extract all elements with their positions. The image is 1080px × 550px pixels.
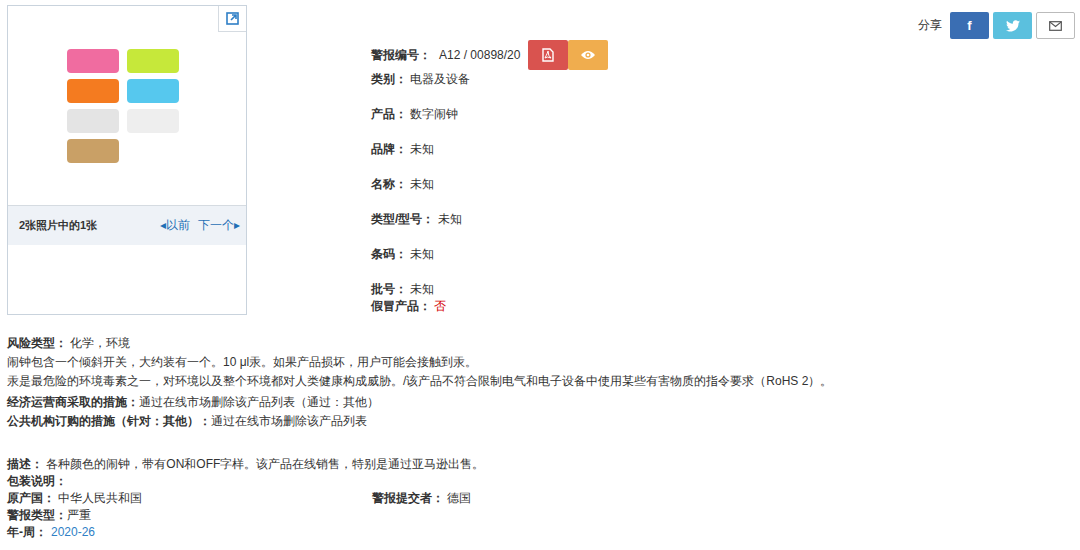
field-label: 类别： — [371, 72, 407, 86]
field-row: 批号： 未知 — [371, 281, 608, 298]
clock-shape — [67, 79, 119, 103]
mail-kind — [1049, 21, 1062, 31]
product-photo — [8, 6, 246, 205]
twitter-share-button[interactable] — [993, 12, 1032, 39]
field-row: 名称： 未知 — [371, 176, 608, 193]
next-arrow: ▸ — [234, 218, 240, 232]
submitter-field: 警报提交者： 德国 — [372, 490, 471, 507]
field-label: 年-周： — [7, 524, 47, 541]
field-value: 数字闹钟 — [410, 107, 458, 121]
field-label: 描述： — [7, 457, 43, 471]
prev-link[interactable]: ◂以前 — [160, 217, 190, 234]
prev-label: 以前 — [166, 218, 190, 232]
field-label: 类型/型号： — [371, 212, 434, 226]
field-label: 包装说明： — [7, 474, 67, 488]
photo-gallery: 2张照片中的1张 ◂以前下一个▸ — [7, 5, 247, 315]
packaging-row: 包装说明： — [7, 473, 1075, 490]
next-link[interactable]: 下一个▸ — [198, 217, 240, 234]
twitter-kind — [1006, 20, 1020, 32]
risk-text: 汞是最危险的环境毒素之一，对环境以及整个环境都对人类健康构成威胁。/该产品不符合… — [7, 373, 1075, 390]
gallery-nav: ◂以前下一个▸ — [160, 217, 240, 234]
risk-text: 闹钟包含一个倾斜开关，大约装有一个。10 μl汞。如果产品损坏，用户可能会接触到… — [7, 354, 1075, 371]
pdf-kind — [542, 48, 554, 62]
share-label: 分享 — [918, 12, 942, 38]
field-label: 原产国： — [7, 491, 55, 505]
field-label: 公共机构订购的措施（针对：其他）： — [7, 414, 211, 428]
field-label: 警报提交者： — [372, 491, 444, 505]
clock-shape — [127, 49, 179, 73]
field-value: 严重 — [67, 507, 91, 524]
field-row: 品牌： 未知 — [371, 141, 608, 158]
eye-icon — [580, 49, 596, 61]
field-value: 化学，环境 — [70, 336, 130, 350]
field-row: 类别： 电器及设备 — [371, 71, 608, 88]
twitter-icon — [1006, 20, 1020, 32]
view-button[interactable] — [568, 40, 608, 70]
field-value: 德国 — [447, 491, 471, 505]
field-value: 未知 — [410, 142, 434, 156]
field-label: 风险类型： — [7, 336, 67, 350]
mail-share-button[interactable] — [1036, 12, 1075, 39]
measure-row: 经济运营商采取的措施：通过在线市场删除该产品列表（通过：其他） — [7, 394, 1075, 411]
pdf-icon — [542, 48, 554, 62]
facebook-logo: f — [967, 17, 971, 34]
description-row: 描述： 各种颜色的闹钟，带有ON和OFF字样。该产品在线销售，特别是通过亚马逊出… — [7, 456, 1075, 473]
view-kind — [580, 49, 596, 61]
field-row: 类型/型号： 未知 — [371, 211, 608, 228]
field-label: 经济运营商采取的措施： — [7, 395, 139, 409]
alert-number-row: 警报编号： A12 / 00898/20 — [371, 40, 608, 70]
photo-placeholder — [67, 49, 187, 163]
week-link[interactable]: 2020-26 — [51, 524, 95, 541]
facebook-share-button[interactable]: f — [950, 12, 989, 39]
next-label: 下一个 — [198, 218, 234, 232]
clock-shape — [127, 109, 179, 133]
field-label: 名称： — [371, 177, 407, 191]
field-label: 产品： — [371, 107, 407, 121]
field-value: 未知 — [410, 247, 434, 261]
field-value: 未知 — [410, 177, 434, 191]
field-label: 批号： — [371, 282, 407, 296]
alert-page: 2张照片中的1张 ◂以前下一个▸ 警报编号： A12 / 00898/20 类别： 电器… — [0, 0, 1080, 541]
risk-type-row: 风险类型： 化学，环境 — [7, 335, 1075, 352]
field-label: 警报类型： — [7, 507, 67, 524]
origin-field: 原产国： 中华人民共和国 — [7, 490, 372, 507]
gallery-bar: 2张照片中的1张 ◂以前下一个▸ — [8, 205, 246, 245]
field-row: 假冒产品： 否 — [371, 298, 608, 315]
clock-shape — [67, 139, 119, 163]
measure-row: 公共机构订购的措施（针对：其他）：通过在线市场删除该产品列表 — [7, 413, 1075, 430]
facebook-kind: f — [967, 17, 971, 34]
field-row: 条码： 未知 — [371, 246, 608, 263]
field-label: 条码： — [371, 247, 407, 261]
field-value: 各种颜色的闹钟，带有ON和OFF字样。该产品在线销售，特别是通过亚马逊出售。 — [46, 457, 484, 471]
field-value: 中华人民共和国 — [58, 491, 142, 505]
pdf-button[interactable] — [528, 40, 568, 70]
detail-row: 原产国： 中华人民共和国警报提交者： 德国 — [7, 490, 1075, 507]
clock-shape — [67, 109, 119, 133]
alert-info: 警报编号：A12 / 00898/20类别： 电器及设备产品： 数字闹钟品牌： … — [371, 5, 608, 315]
detail-row: 年-周： 2020-26 — [7, 524, 1075, 541]
detail-row: 警报类型：严重 — [7, 507, 1075, 524]
prev-arrow: ◂ — [160, 218, 166, 232]
clock-shape — [127, 79, 179, 103]
alert-number: A12 / 00898/20 — [439, 47, 520, 64]
field-value: 通过在线市场删除该产品列表 — [211, 414, 367, 428]
alert-details: 风险类型： 化学，环境闹钟包含一个倾斜开关，大约装有一个。10 μl汞。如果产品… — [7, 335, 1075, 541]
clock-shape — [67, 49, 119, 73]
mail-icon — [1049, 21, 1062, 31]
field-value: 电器及设备 — [410, 72, 470, 86]
field-row: 产品： 数字闹钟 — [371, 106, 608, 123]
field-value: 通过在线市场删除该产品列表（通过：其他） — [139, 395, 379, 409]
field-label: 品牌： — [371, 142, 407, 156]
expand-button[interactable] — [218, 6, 246, 32]
photo-caption: 2张照片中的1张 — [19, 217, 97, 234]
field-label: 警报编号： — [371, 47, 431, 64]
field-value: 未知 — [410, 282, 434, 296]
top-section: 2张照片中的1张 ◂以前下一个▸ 警报编号： A12 / 00898/20 类别： 电器… — [7, 5, 1075, 315]
expand-icon — [226, 12, 239, 25]
field-value: 未知 — [438, 212, 462, 226]
field-value: 否 — [434, 299, 446, 313]
share-bar: 分享 f — [918, 5, 1075, 315]
field-label: 假冒产品： — [371, 299, 431, 313]
